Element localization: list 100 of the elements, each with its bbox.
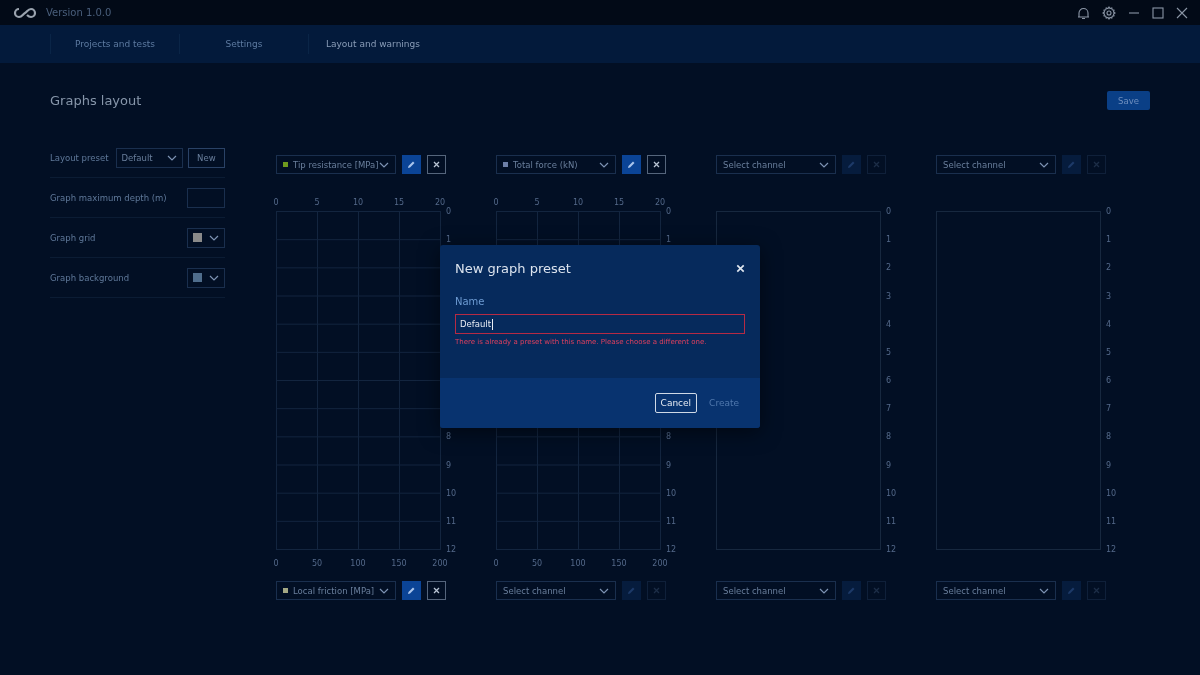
- axis-tick-label: 100: [350, 559, 366, 568]
- axis-tick-label: 10: [352, 198, 364, 207]
- axis-tick-label: 15: [393, 198, 405, 207]
- axis-tick-label: 50: [311, 559, 323, 568]
- depth-tick-label: 8: [886, 432, 892, 442]
- page-title: Graphs layout: [50, 93, 142, 108]
- depth-tick-label: 2: [886, 263, 892, 273]
- depth-tick-label: 10: [1106, 488, 1117, 498]
- close-icon: [736, 264, 745, 273]
- chevron-down-icon: [1039, 587, 1049, 594]
- preset-select[interactable]: Default: [115, 147, 183, 168]
- depth-tick-label: 6: [886, 376, 892, 385]
- maximize-icon[interactable]: [1152, 6, 1164, 19]
- remove-button[interactable]: [647, 155, 666, 174]
- bell-icon[interactable]: [1077, 5, 1090, 20]
- nav-tab[interactable]: Layout and warnings: [308, 34, 437, 54]
- color-select[interactable]: [187, 227, 225, 248]
- axis-tick-label: 5: [314, 198, 320, 207]
- depth-tick-label: 7: [1106, 404, 1112, 414]
- axis-tick-label: 10: [572, 198, 584, 207]
- chevron-down-icon: [599, 587, 609, 594]
- channel-placeholder: Select channel: [723, 159, 786, 170]
- channel-select[interactable]: Select channel: [936, 581, 1056, 600]
- edit-button[interactable]: [402, 155, 421, 174]
- depth-tick-label: 11: [446, 516, 457, 526]
- depth-tick-label: 12: [446, 545, 457, 554]
- save-button[interactable]: Save: [1107, 91, 1150, 110]
- pencil-icon: [627, 586, 636, 595]
- channel-label: Total force (kN): [513, 159, 578, 170]
- depth-tick-label: 8: [666, 432, 672, 442]
- close-icon: [653, 587, 660, 594]
- axis-tick-label: 200: [652, 559, 668, 568]
- depth-tick-label: 0: [446, 207, 452, 216]
- depth-tick-label: 10: [446, 488, 457, 498]
- channel-select[interactable]: Total force (kN): [496, 155, 616, 174]
- channel-select[interactable]: Select channel: [496, 581, 616, 600]
- depth-tick-label: 12: [886, 545, 897, 554]
- dialog-button[interactable]: Cancel: [654, 393, 698, 413]
- depth-tick-label: 6: [1106, 376, 1112, 385]
- new-preset-button[interactable]: New: [187, 147, 225, 168]
- depth-tick-label: 1: [886, 235, 892, 245]
- close-icon[interactable]: [1176, 6, 1188, 19]
- field-label: Name: [455, 296, 486, 307]
- close-button[interactable]: [736, 264, 745, 273]
- axis-tick-label: 0: [493, 559, 499, 568]
- channel-select[interactable]: Local friction [MPa]: [276, 581, 396, 600]
- depth-tick-label: 12: [1106, 545, 1117, 554]
- channel-select[interactable]: Select channel: [716, 581, 836, 600]
- setting-label: Graph maximum depth (m): [50, 192, 167, 203]
- axis-tick-label: 0: [493, 198, 499, 207]
- pencil-icon: [1067, 586, 1076, 595]
- nav-tab[interactable]: Projects and tests: [50, 34, 179, 54]
- depth-tick-label: 7: [886, 404, 892, 414]
- depth-tick-label: 11: [1106, 516, 1117, 526]
- depth-tick-label: 10: [666, 488, 677, 498]
- color-select[interactable]: [187, 267, 225, 288]
- depth-tick-label: 3: [886, 291, 892, 301]
- depth-tick-label: 11: [666, 516, 677, 526]
- channel-label: Tip resistance [MPa]: [293, 159, 379, 170]
- depth-input-field[interactable]: [187, 187, 225, 208]
- pencil-icon: [407, 586, 416, 595]
- chevron-down-icon: [819, 587, 829, 594]
- depth-tick-label: 3: [1106, 291, 1112, 301]
- chevron-down-icon: [1039, 161, 1049, 168]
- channel-select[interactable]: Select channel: [716, 155, 836, 174]
- depth-tick-label: 1: [446, 235, 452, 245]
- close-icon: [1093, 587, 1100, 594]
- setting-label: Layout preset: [50, 152, 109, 163]
- remove-button[interactable]: [427, 155, 446, 174]
- pencil-icon: [407, 160, 416, 169]
- edit-button[interactable]: [402, 581, 421, 600]
- channel-label: Local friction [MPa]: [293, 585, 375, 596]
- remove-button[interactable]: [427, 581, 446, 600]
- settings-icon[interactable]: [1102, 5, 1116, 20]
- edit-button[interactable]: [622, 155, 641, 174]
- depth-tick-label: 11: [886, 516, 897, 526]
- chevron-down-icon: [599, 161, 609, 168]
- channel-placeholder: Select channel: [943, 159, 1006, 170]
- channel-select[interactable]: Tip resistance [MPa]: [276, 155, 396, 174]
- nav-tab[interactable]: Settings: [179, 34, 308, 54]
- depth-tick-label: 12: [666, 545, 677, 554]
- channel-placeholder: Select channel: [503, 585, 566, 596]
- chevron-down-icon: [209, 274, 219, 281]
- chevron-down-icon: [209, 234, 219, 241]
- close-icon: [873, 587, 880, 594]
- axis-tick-label: 20: [654, 198, 666, 207]
- preset-value: Default: [121, 152, 153, 163]
- input-field[interactable]: Default: [455, 314, 745, 334]
- axis-tick-label: 150: [611, 559, 627, 568]
- close-icon: [433, 587, 440, 594]
- setting-label: Graph background: [50, 272, 130, 283]
- setting-label: Graph grid: [50, 232, 96, 243]
- pencil-icon: [627, 160, 636, 169]
- depth-tick-label: 2: [1106, 263, 1112, 273]
- channel-select[interactable]: Select channel: [936, 155, 1056, 174]
- version-label: Version 1.0.0: [46, 7, 112, 18]
- pencil-icon: [847, 160, 856, 169]
- depth-tick-label: 9: [666, 460, 672, 470]
- pencil-icon: [1067, 160, 1076, 169]
- depth-tick-label: 8: [1106, 432, 1112, 442]
